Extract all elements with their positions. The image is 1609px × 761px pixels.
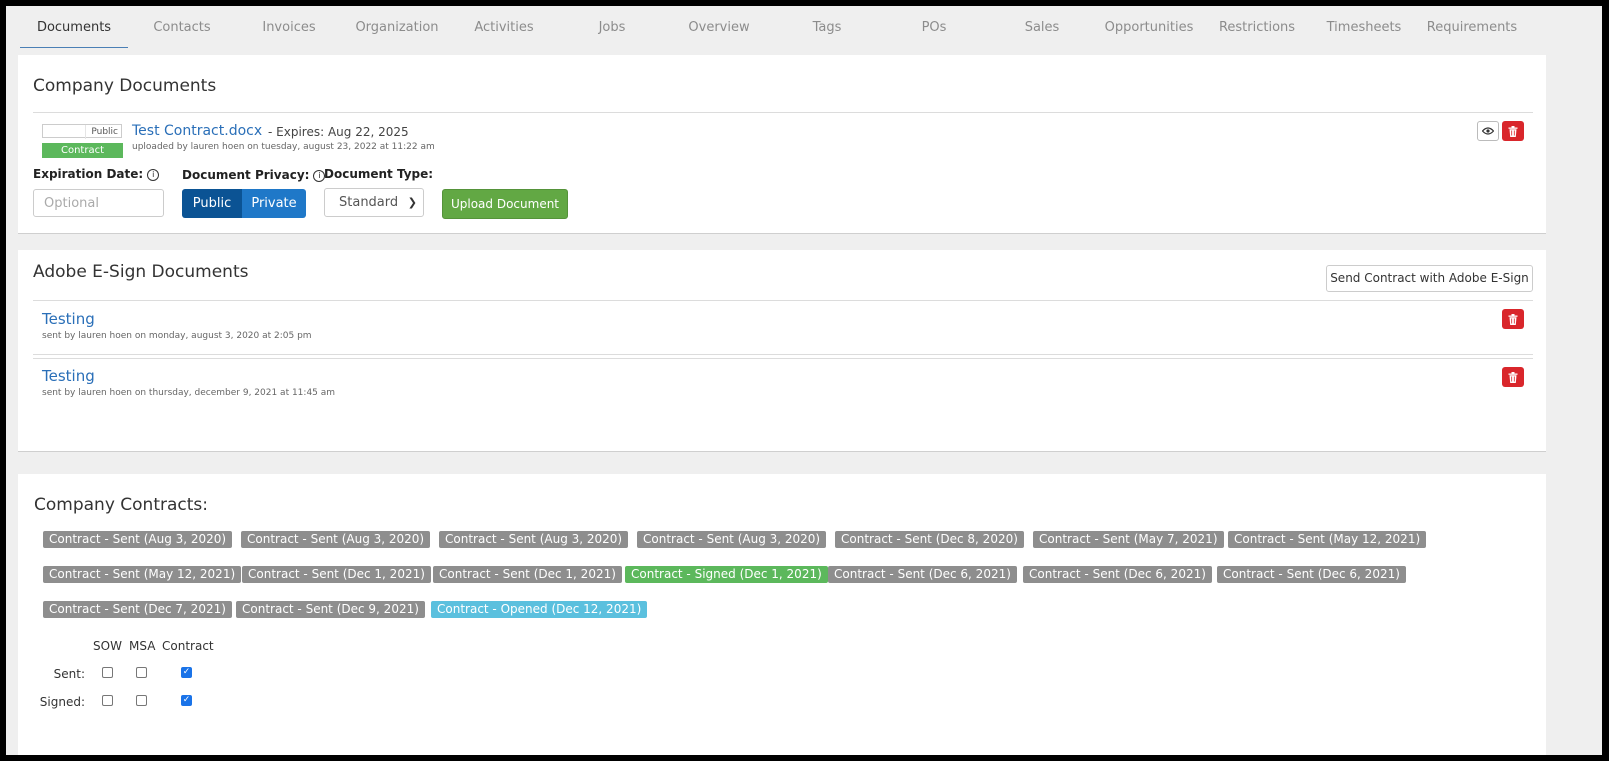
esign-document-meta: sent by lauren hoen on monday, august 3,… [42, 331, 312, 341]
contract-badge: Contract - Sent (Dec 9, 2021) [236, 601, 425, 618]
document-type-value: Standard [339, 195, 399, 210]
contract-badge: Contract - Sent (May 12, 2021) [1228, 531, 1427, 548]
divider [33, 112, 1533, 113]
esign-title: Adobe E-Sign Documents [33, 262, 249, 282]
sent-sow-checkbox[interactable] [102, 667, 113, 678]
document-type-badge: Contract [42, 143, 123, 158]
tab-activities[interactable]: Activities [450, 6, 558, 46]
view-document-button[interactable] [1477, 121, 1499, 141]
privacy-private-button[interactable]: Private [242, 189, 306, 218]
contract-badge: Contract - Sent (May 12, 2021) [43, 566, 242, 583]
expiration-date-label: Expiration Date: i [33, 167, 160, 181]
tab-restrictions[interactable]: Restrictions [1203, 6, 1311, 46]
eye-icon [1482, 127, 1494, 135]
esign-document-meta: sent by lauren hoen on thursday, decembe… [42, 388, 336, 398]
signed-msa-checkbox[interactable] [136, 695, 147, 706]
tab-contacts[interactable]: Contacts [128, 6, 236, 46]
sent-contract-checkbox[interactable]: ✓ [181, 667, 192, 678]
page-frame: Documents Contacts Invoices Organization… [6, 6, 1602, 755]
contract-badge-opened: Contract - Opened (Dec 12, 2021) [431, 601, 648, 618]
delete-esign-button[interactable] [1502, 309, 1524, 329]
contract-badge-signed: Contract - Signed (Dec 1, 2021) [625, 566, 828, 583]
privacy-public-button[interactable]: Public [182, 189, 242, 218]
tab-bar: Documents Contacts Invoices Organization… [20, 6, 1588, 48]
tab-tags[interactable]: Tags [773, 6, 881, 46]
row-label-signed: Signed: [39, 695, 85, 709]
contract-badge: Contract - Sent (Dec 6, 2021) [1023, 566, 1212, 583]
divider [33, 358, 1533, 359]
upload-document-button[interactable]: Upload Document [442, 189, 568, 219]
tab-overview[interactable]: Overview [665, 6, 773, 46]
esign-document-link[interactable]: Testing [42, 367, 95, 385]
trash-icon [1508, 313, 1518, 325]
delete-document-button[interactable] [1502, 121, 1524, 141]
tab-organization[interactable]: Organization [343, 6, 451, 46]
contracts-title: Company Contracts: [34, 495, 208, 515]
contract-badge: Contract - Sent (Dec 6, 2021) [828, 566, 1017, 583]
trash-icon [1508, 371, 1518, 383]
tab-invoices[interactable]: Invoices [235, 6, 343, 46]
document-expires: - Expires: Aug 22, 2025 [268, 125, 409, 139]
contract-badge: Contract - Sent (Aug 3, 2020) [241, 531, 431, 548]
document-uploaded-meta: uploaded by lauren hoen on tuesday, augu… [132, 142, 435, 152]
info-icon[interactable]: i [147, 169, 160, 181]
signed-contract-checkbox[interactable]: ✓ [181, 695, 192, 706]
column-header-msa: MSA [129, 639, 156, 653]
esign-document-link[interactable]: Testing [42, 310, 95, 328]
document-privacy-label: Document Privacy: i [182, 168, 326, 182]
contract-badge: Contract - Sent (Aug 3, 2020) [637, 531, 827, 548]
contract-badge: Contract - Sent (Aug 3, 2020) [439, 531, 629, 548]
tab-pos[interactable]: POs [880, 6, 988, 46]
contract-badge: Contract - Sent (Dec 7, 2021) [43, 601, 232, 618]
expiration-date-input[interactable] [33, 189, 164, 217]
tab-timesheets[interactable]: Timesheets [1310, 6, 1418, 46]
send-esign-button[interactable]: Send Contract with Adobe E-Sign [1326, 265, 1533, 292]
row-label-sent: Sent: [53, 667, 85, 681]
document-type-label: Document Type: [324, 167, 434, 181]
signed-sow-checkbox[interactable] [102, 695, 113, 706]
tab-documents[interactable]: Documents [20, 6, 128, 48]
sent-msa-checkbox[interactable] [136, 667, 147, 678]
chevron-down-icon: ❯ [407, 196, 417, 209]
contract-badge: Contract - Sent (May 7, 2021) [1033, 531, 1224, 548]
column-header-sow: SOW [93, 639, 122, 653]
contract-badge: Contract - Sent (Dec 1, 2021) [433, 566, 622, 583]
company-documents-title: Company Documents [33, 76, 217, 96]
contract-badge: Contract - Sent (Aug 3, 2020) [43, 531, 233, 548]
trash-icon [1508, 125, 1518, 137]
privacy-toggle[interactable]: Public [42, 124, 122, 139]
privacy-toggle-label: Public [91, 127, 118, 137]
contract-badge: Contract - Sent (Dec 8, 2020) [835, 531, 1024, 548]
tab-sales[interactable]: Sales [988, 6, 1096, 46]
tab-jobs[interactable]: Jobs [558, 6, 666, 46]
contract-badge: Contract - Sent (Dec 6, 2021) [1217, 566, 1406, 583]
divider [33, 300, 1533, 301]
tab-opportunities[interactable]: Opportunities [1095, 6, 1203, 46]
tab-requirements[interactable]: Requirements [1418, 6, 1526, 46]
contract-badge: Contract - Sent (Dec 1, 2021) [242, 566, 431, 583]
divider [33, 354, 1533, 355]
document-type-select[interactable]: Standard ❯ [324, 188, 424, 217]
delete-esign-button[interactable] [1502, 367, 1524, 387]
column-header-contract: Contract [162, 639, 214, 653]
document-link[interactable]: Test Contract.docx [132, 123, 262, 139]
